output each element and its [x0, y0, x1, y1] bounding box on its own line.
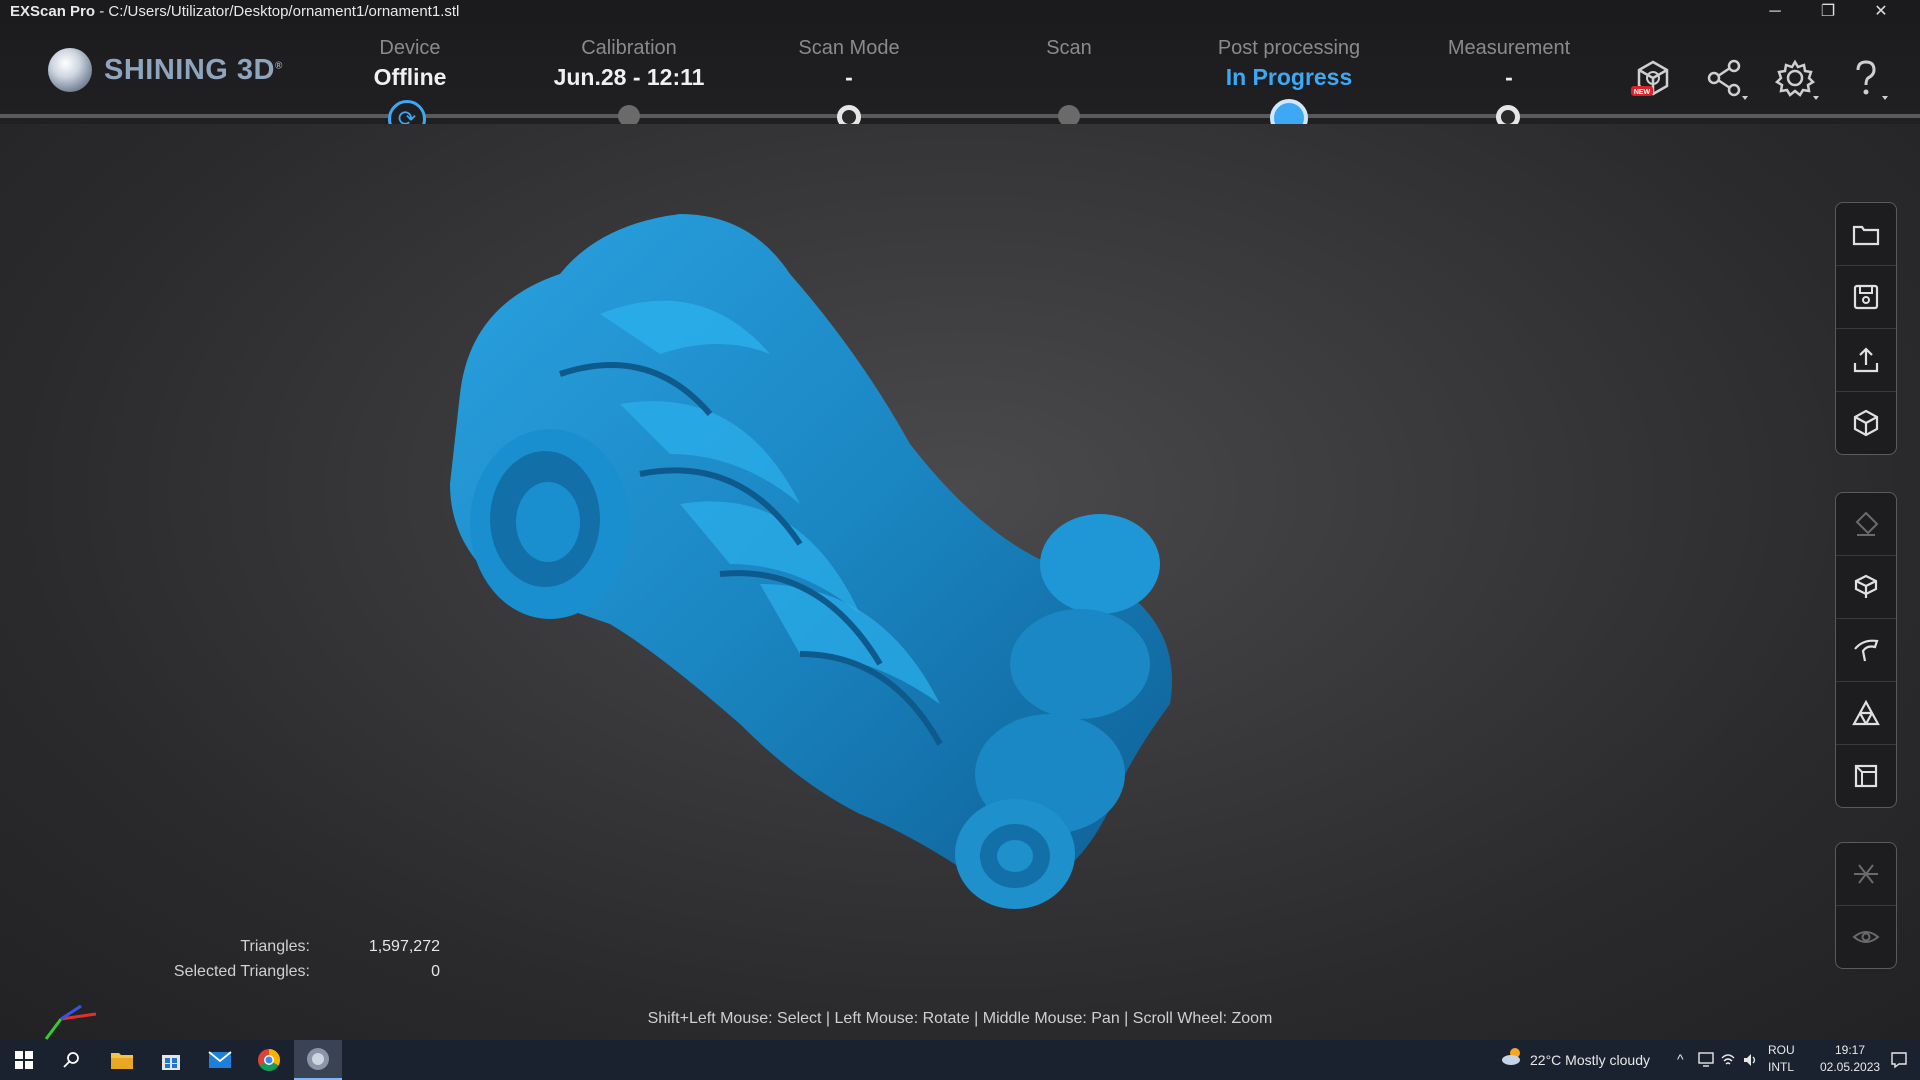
3d-viewport[interactable]: Triangles: 1,597,272 Selected Triangles:…: [0, 124, 1920, 1040]
title-separator: -: [99, 3, 105, 20]
clock-time[interactable]: 19:17: [1820, 1043, 1880, 1057]
app-name: EXScan Pro: [10, 3, 96, 20]
restore-button[interactable]: ❐: [1805, 0, 1851, 24]
step-scan-mode[interactable]: Scan Mode -: [739, 34, 959, 92]
mail-icon[interactable]: [196, 1040, 244, 1080]
step-calibration[interactable]: Calibration Jun.28 - 12:11: [519, 34, 739, 92]
step-label: Scan Mode: [798, 37, 900, 59]
exscan-taskbar-icon[interactable]: [294, 1040, 342, 1080]
network-icon[interactable]: [1698, 1052, 1714, 1071]
mirror-icon[interactable]: [1836, 843, 1896, 906]
mesh-stats: Triangles: 1,597,272 Selected Triangles:…: [140, 934, 440, 984]
step-label: Calibration: [581, 37, 677, 59]
curve-icon[interactable]: [1836, 619, 1896, 682]
settings-icon[interactable]: [1771, 54, 1823, 106]
frame-box-icon[interactable]: [1836, 745, 1896, 807]
step-value: -: [1505, 64, 1513, 90]
clock-date[interactable]: 02.05.2023: [1820, 1060, 1880, 1074]
step-label: Device: [379, 37, 441, 59]
step-label: Measurement: [1447, 37, 1571, 59]
file-explorer-icon[interactable]: [98, 1040, 146, 1080]
system-tray: 22°C Mostly cloudy ^ ROU INTL 19:17 02.0…: [1500, 1040, 1920, 1080]
help-icon[interactable]: [1842, 54, 1894, 106]
weather-icon[interactable]: [1500, 1044, 1526, 1073]
logo-text: SHINING 3D®: [104, 53, 283, 86]
windows-taskbar: 22°C Mostly cloudy ^ ROU INTL 19:17 02.0…: [0, 1040, 1920, 1080]
save-icon[interactable]: [1836, 266, 1896, 329]
eraser-icon[interactable]: [1836, 493, 1896, 556]
store-icon[interactable]: [147, 1040, 195, 1080]
box-cut-icon[interactable]: [1836, 556, 1896, 619]
step-device[interactable]: Device Offline: [300, 34, 520, 92]
minimize-button[interactable]: ─: [1752, 0, 1798, 24]
triangles-label: Triangles:: [240, 938, 310, 955]
new-badge: NEW: [1634, 89, 1651, 96]
open-folder-icon[interactable]: [1836, 203, 1896, 266]
share-icon[interactable]: [1700, 54, 1752, 106]
cube-icon[interactable]: [1836, 392, 1896, 454]
language-secondary[interactable]: INTL: [1768, 1060, 1794, 1074]
step-value: [959, 62, 1179, 92]
volume-icon[interactable]: [1742, 1052, 1758, 1071]
shining3d-logo: SHINING 3D®: [48, 48, 283, 92]
window-title: EXScan Pro - C:/Users/Utilizator/Desktop…: [10, 0, 459, 24]
mouse-controls-hint: Shift+Left Mouse: Select | Left Mouse: R…: [647, 1010, 1273, 1027]
step-post-processing[interactable]: Post processing In Progress: [1179, 34, 1399, 92]
file-toolbar: [1835, 202, 1897, 455]
step-scan[interactable]: Scan: [959, 34, 1179, 92]
scanned-ornament-model[interactable]: [440, 184, 1340, 944]
language-primary[interactable]: ROU: [1768, 1043, 1795, 1057]
export-icon[interactable]: [1836, 329, 1896, 392]
chrome-icon[interactable]: [245, 1040, 293, 1080]
step-value: -: [845, 64, 853, 90]
tray-expand-icon[interactable]: ^: [1677, 1051, 1684, 1067]
selected-triangles-label: Selected Triangles:: [173, 963, 310, 980]
selected-triangles-value: 0: [431, 963, 440, 980]
triangle-mesh-icon[interactable]: [1836, 682, 1896, 745]
triangles-value: 1,597,272: [368, 938, 440, 955]
step-label: Scan: [1046, 37, 1092, 59]
step-value: Offline: [373, 64, 447, 90]
eye-icon[interactable]: [1836, 906, 1896, 968]
title-bar: EXScan Pro - C:/Users/Utilizator/Desktop…: [0, 0, 1920, 24]
workflow-header: SHINING 3D® Device Offline Calibration J…: [0, 24, 1920, 138]
windows-start-icon[interactable]: [0, 1040, 48, 1080]
logo-icon: [48, 48, 92, 92]
step-label: Post processing: [1217, 37, 1361, 59]
step-value: Jun.28 - 12:11: [553, 64, 705, 90]
progress-line: [0, 114, 1920, 118]
notification-icon[interactable]: [1890, 1051, 1908, 1072]
step-value: In Progress: [1225, 64, 1353, 90]
view-toolbar: [1835, 842, 1897, 969]
file-path: C:/Users/Utilizator/Desktop/ornament1/or…: [108, 3, 460, 20]
weather-text[interactable]: 22°C Mostly cloudy: [1530, 1052, 1650, 1068]
close-button[interactable]: ✕: [1858, 0, 1904, 24]
edit-toolbar: [1835, 492, 1897, 808]
step-measurement[interactable]: Measurement -: [1399, 34, 1619, 92]
new-feature-icon[interactable]: NEW: [1627, 54, 1679, 106]
wifi-icon[interactable]: [1720, 1052, 1736, 1071]
search-icon[interactable]: [48, 1040, 96, 1080]
